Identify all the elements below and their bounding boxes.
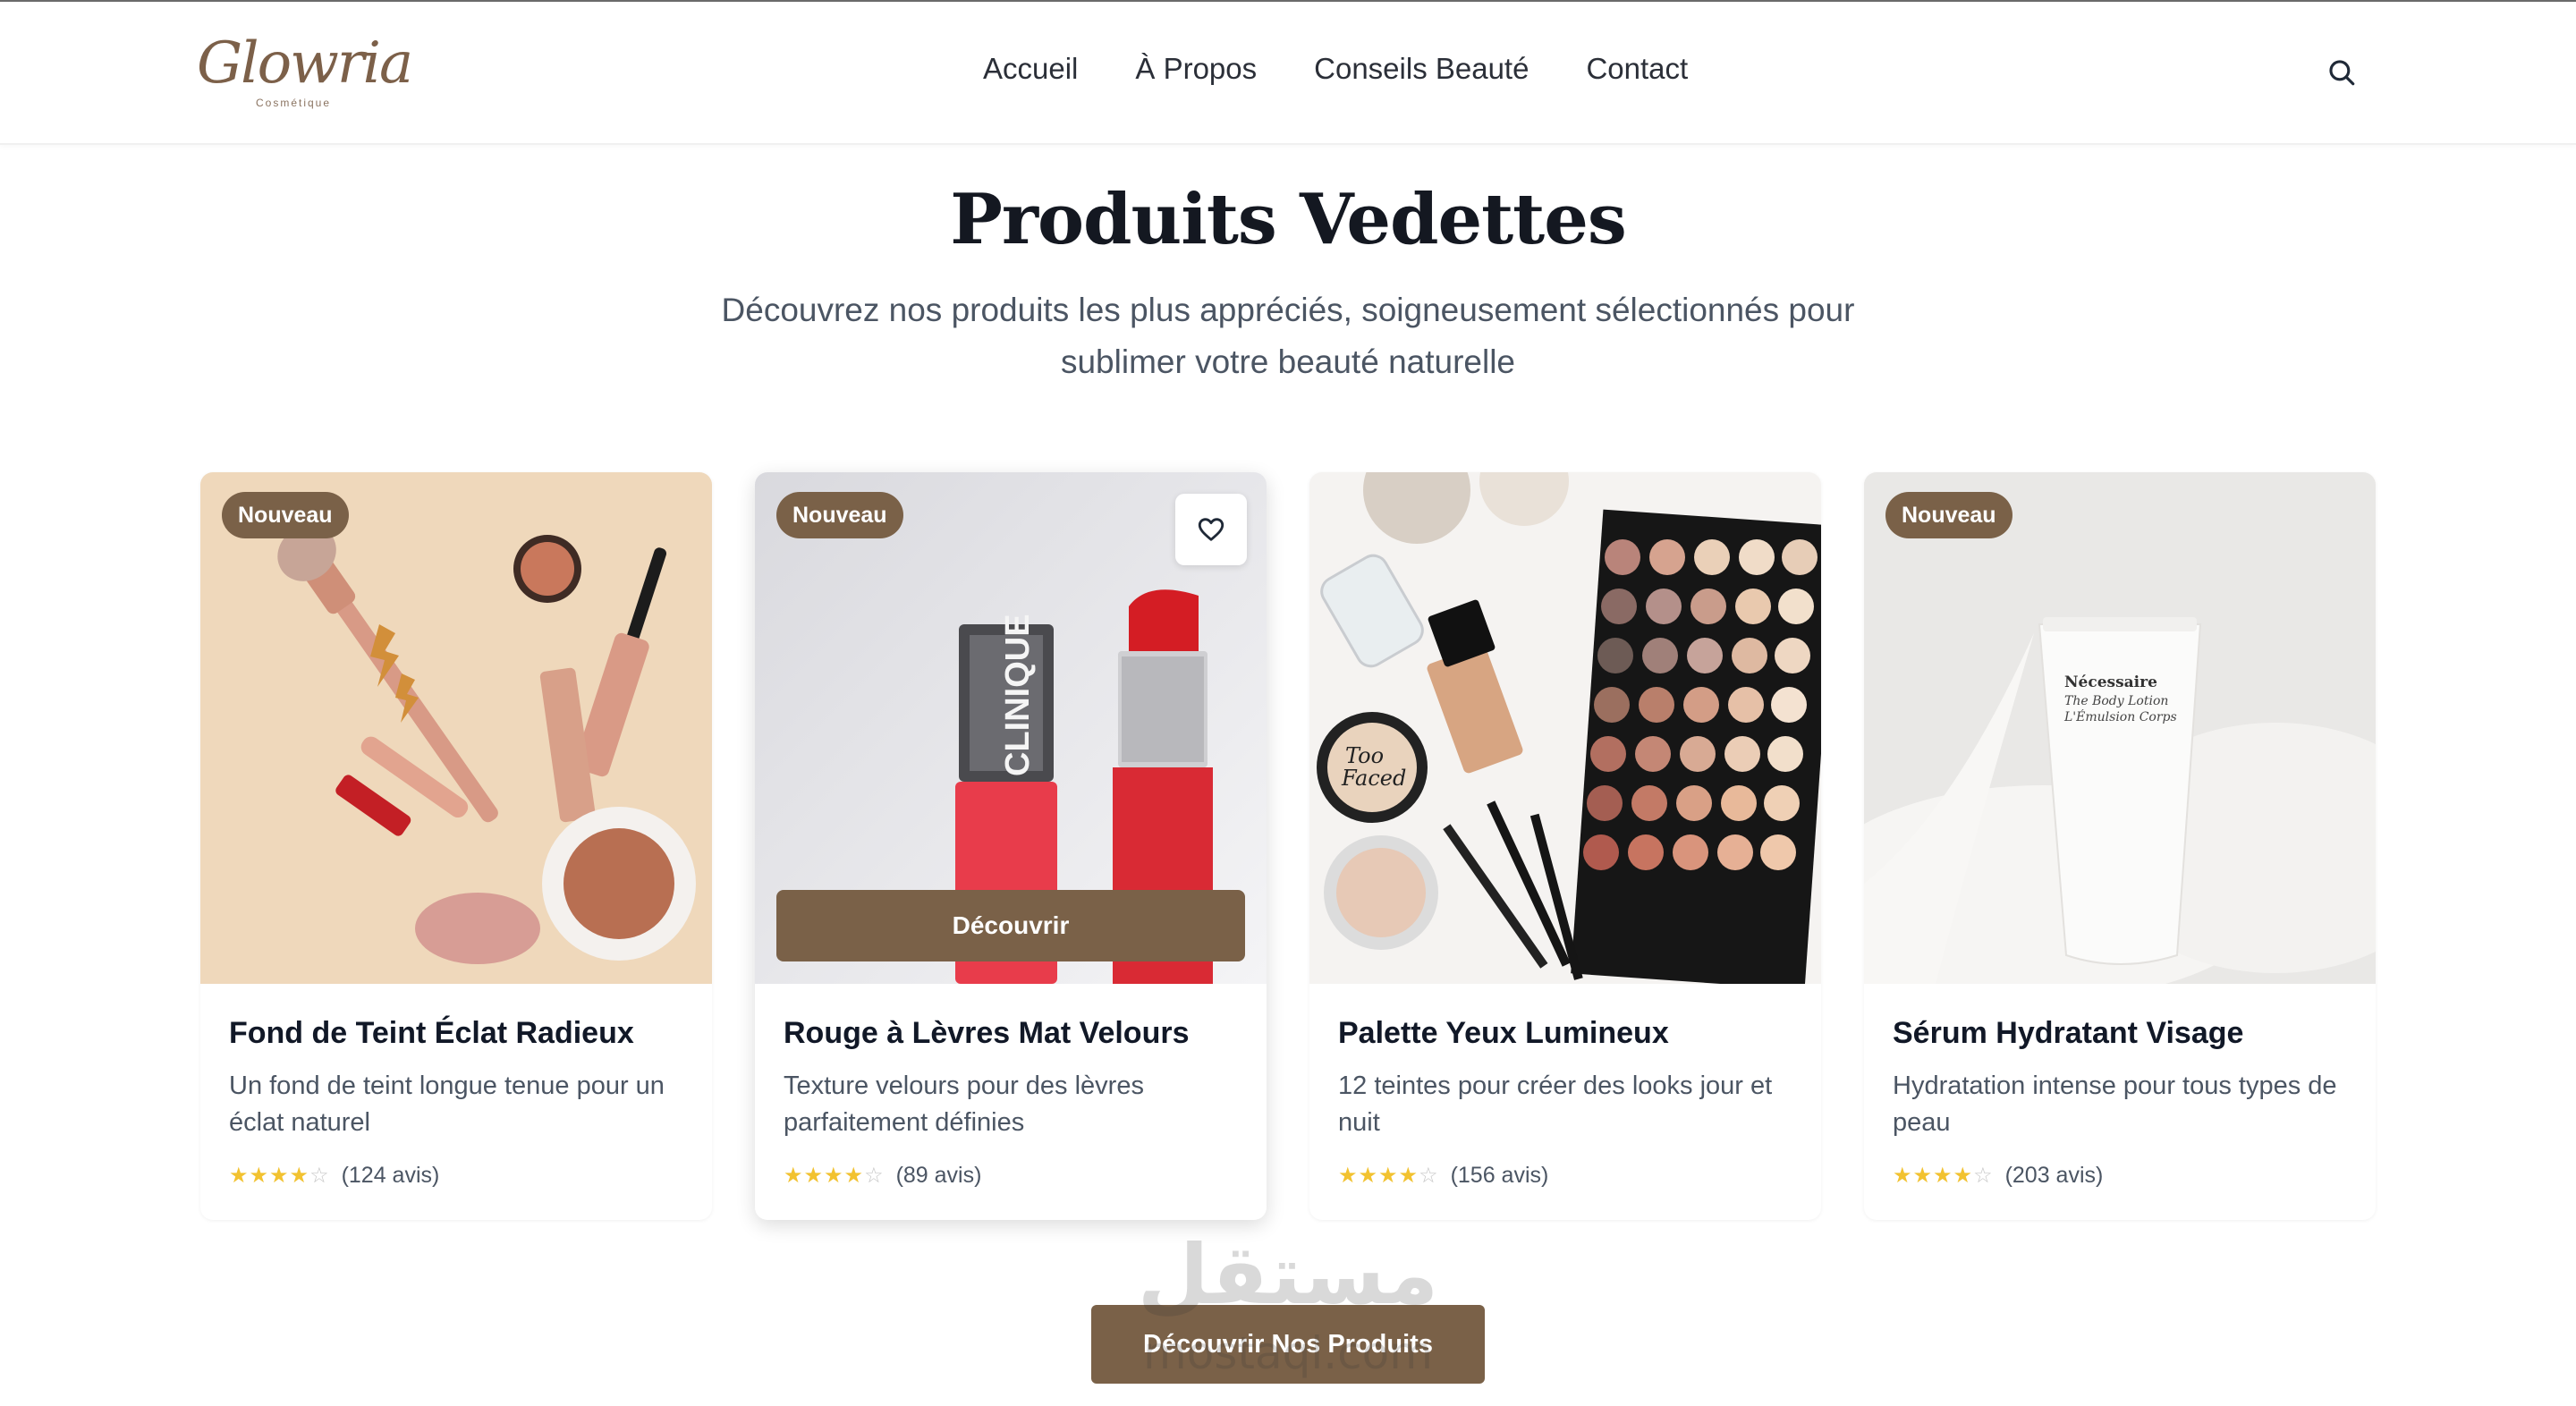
product-image-lipstick: CLINIQUE Nouveau Découvrir (755, 472, 1267, 984)
product-image-foundation: Nouveau (200, 472, 712, 984)
product-name[interactable]: Rouge à Lèvres Mat Velours (784, 1016, 1190, 1051)
product-image-serum: Nécessaire The Body Lotion L'Émulsion Co… (1864, 472, 2376, 984)
logo-subtitle: Cosmétique (256, 97, 332, 109)
new-badge: Nouveau (222, 492, 349, 538)
star-rating-icon: ★ ★ ★ ★ ☆ (1338, 1163, 1438, 1188)
nav-item-accueil[interactable]: Accueil (983, 52, 1078, 86)
review-count: (203 avis) (2004, 1163, 2104, 1188)
product-rating: ★ ★ ★ ★ ☆ (156 avis) (1338, 1163, 1548, 1189)
star-rating-icon: ★ ★ ★ ★ ☆ (784, 1163, 884, 1188)
product-description: Hydratation intense pour tous types de p… (1893, 1071, 2337, 1137)
product-name[interactable]: Palette Yeux Lumineux (1338, 1016, 1669, 1051)
product-card[interactable]: Too Faced Palette Yeux Lumineux 12 teint… (1309, 472, 1821, 1220)
section-title: Produits Vedettes (950, 179, 1627, 260)
star-rating-icon: ★ ★ ★ ★ ☆ (229, 1163, 329, 1188)
svg-text:L'Émulsion Corps: L'Émulsion Corps (2063, 708, 2177, 724)
product-card[interactable]: Nécessaire The Body Lotion L'Émulsion Co… (1864, 472, 2376, 1220)
product-description: 12 teintes pour créer des looks jour et … (1338, 1071, 1773, 1137)
main-nav: Accueil À Propos Conseils Beauté Contact (983, 52, 1688, 86)
review-count: (156 avis) (1450, 1163, 1549, 1188)
site-header: Glowria Cosmétique Accueil À Propos Cons… (0, 2, 2576, 145)
product-card[interactable]: CLINIQUE Nouveau Découvrir Rouge à Lèvre… (755, 472, 1267, 1220)
heart-icon[interactable] (1175, 494, 1247, 565)
product-image-palette: Too Faced (1309, 472, 1821, 984)
product-name[interactable]: Fond de Teint Éclat Radieux (229, 1016, 634, 1051)
nav-item-conseils-beaute[interactable]: Conseils Beauté (1314, 52, 1529, 86)
star-rating-icon: ★ ★ ★ ★ ☆ (1893, 1163, 1993, 1188)
new-badge: Nouveau (776, 492, 903, 538)
nav-item-a-propos[interactable]: À Propos (1135, 52, 1257, 86)
logo-script: Glowria (197, 30, 413, 97)
product-description: Texture velours pour des lèvres parfaite… (784, 1071, 1144, 1137)
product-name[interactable]: Sérum Hydratant Visage (1893, 1016, 2243, 1051)
new-badge: Nouveau (1885, 492, 2012, 538)
product-card[interactable]: Nouveau Fond de Teint Éclat Radieux Un f… (200, 472, 712, 1220)
brand-logo[interactable]: Glowria Cosmétique (197, 30, 413, 113)
nav-item-contact[interactable]: Contact (1586, 52, 1688, 86)
svg-text:Faced: Faced (1341, 766, 1406, 791)
svg-text:The Body Lotion: The Body Lotion (2064, 694, 2168, 708)
svg-text:CLINIQUE: CLINIQUE (999, 614, 1037, 776)
product-rating: ★ ★ ★ ★ ☆ (124 avis) (229, 1163, 439, 1189)
product-rating: ★ ★ ★ ★ ☆ (89 avis) (784, 1163, 981, 1189)
section-subtitle: Découvrez nos produits les plus apprécié… (721, 292, 1855, 380)
product-description: Un fond de teint longue tenue pour un éc… (229, 1071, 665, 1137)
search-icon[interactable] (2326, 57, 2357, 88)
svg-text:Nécessaire: Nécessaire (2064, 673, 2157, 691)
review-count: (89 avis) (895, 1163, 982, 1188)
discover-products-button[interactable]: Découvrir Nos Produits (1091, 1305, 1485, 1384)
discover-button[interactable]: Découvrir (776, 890, 1245, 961)
product-rating: ★ ★ ★ ★ ☆ (203 avis) (1893, 1163, 2103, 1189)
review-count: (124 avis) (341, 1163, 440, 1188)
svg-text:Too: Too (1345, 743, 1384, 768)
